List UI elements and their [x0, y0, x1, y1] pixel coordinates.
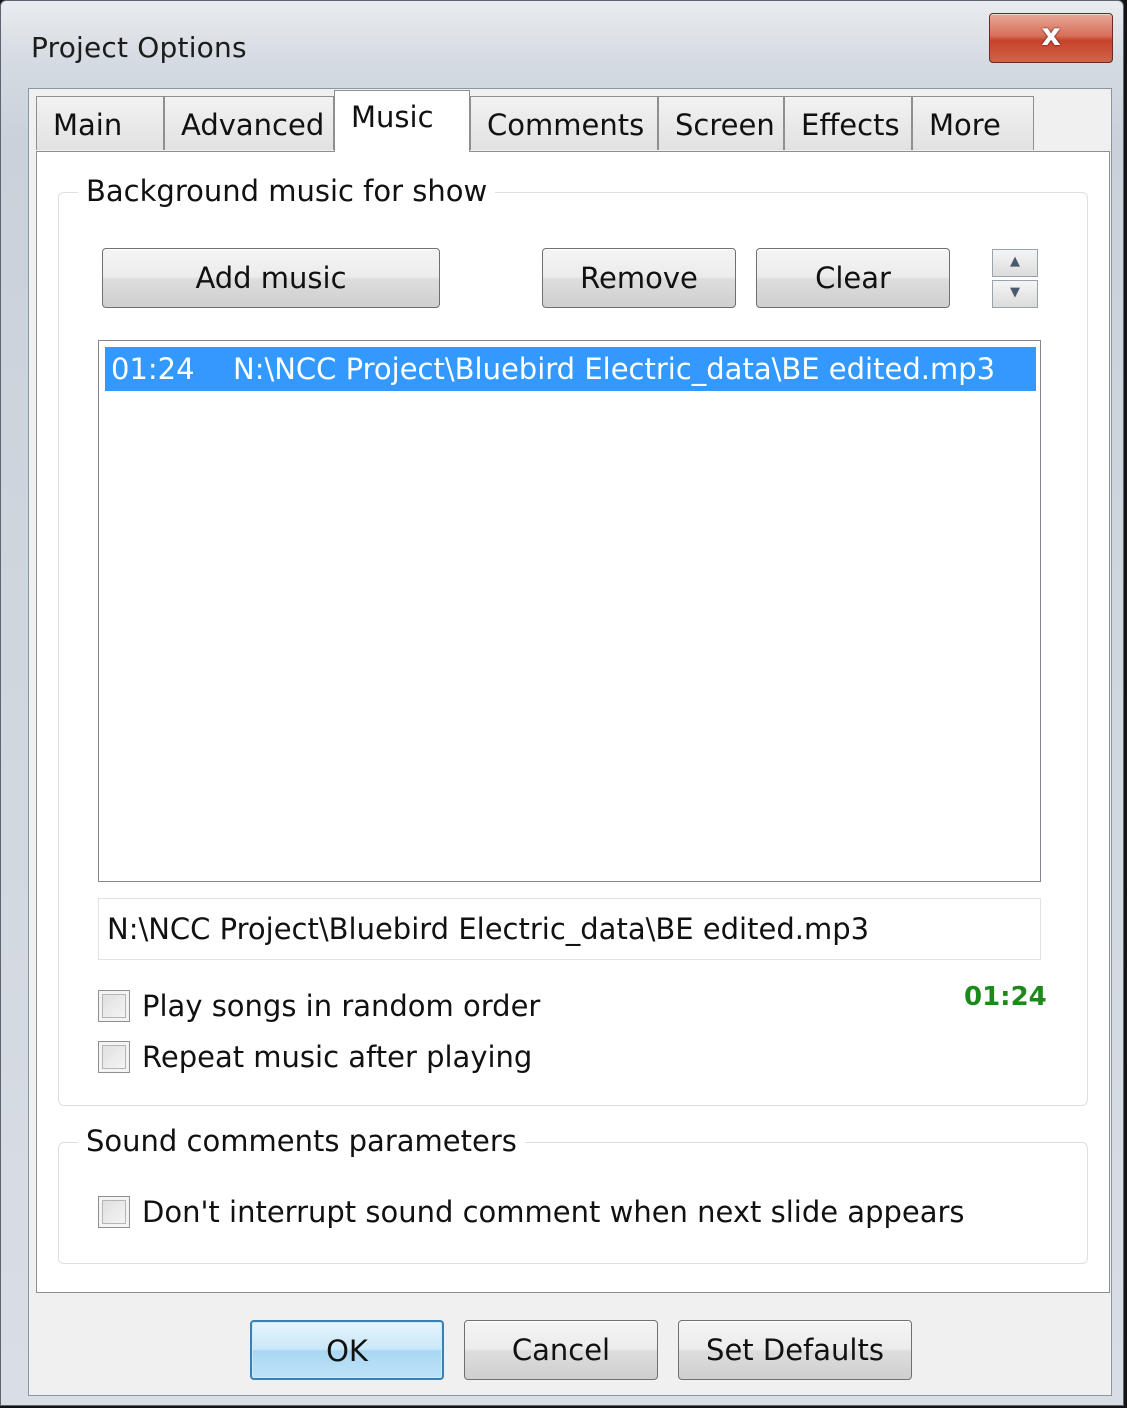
- tab-comments[interactable]: Comments: [470, 96, 658, 150]
- move-down-button[interactable]: ▼: [992, 280, 1038, 308]
- tab-music[interactable]: Music: [334, 90, 470, 152]
- move-up-button[interactable]: ▲: [992, 249, 1038, 277]
- tab-advanced[interactable]: Advanced: [164, 96, 334, 150]
- arrow-down-icon: ▼: [1010, 285, 1020, 300]
- add-music-button[interactable]: Add music: [102, 248, 440, 308]
- set-defaults-label: Set Defaults: [706, 1333, 884, 1367]
- track-path: N:\NCC Project\Bluebird Electric_data\BE…: [233, 352, 996, 386]
- cancel-button[interactable]: Cancel: [464, 1320, 658, 1380]
- close-button[interactable]: x: [989, 13, 1113, 63]
- track-duration: 01:24: [111, 352, 195, 386]
- clear-label: Clear: [815, 261, 891, 295]
- window-title: Project Options: [31, 31, 247, 64]
- add-music-label: Add music: [195, 261, 347, 295]
- tab-main[interactable]: Main: [36, 96, 164, 150]
- set-defaults-button[interactable]: Set Defaults: [678, 1320, 912, 1380]
- ok-label: OK: [326, 1334, 368, 1368]
- repeat-music-checkbox[interactable]: [98, 1041, 130, 1073]
- dont-interrupt-label: Don't interrupt sound comment when next …: [142, 1195, 965, 1229]
- clear-button[interactable]: Clear: [756, 248, 950, 308]
- sound-comments-group-label: Sound comments parameters: [78, 1124, 525, 1158]
- background-music-group-label: Background music for show: [78, 174, 496, 208]
- close-icon: x: [1041, 18, 1061, 53]
- random-order-checkbox[interactable]: [98, 990, 130, 1022]
- list-item[interactable]: 01:24 N:\NCC Project\Bluebird Electric_d…: [105, 347, 1036, 391]
- remove-label: Remove: [580, 261, 698, 295]
- total-duration: 01:24: [964, 982, 1047, 1012]
- cancel-label: Cancel: [511, 1333, 611, 1367]
- selected-track-path-field[interactable]: N:\NCC Project\Bluebird Electric_data\BE…: [98, 898, 1041, 960]
- arrow-up-icon: ▲: [1010, 254, 1020, 269]
- random-order-label: Play songs in random order: [142, 989, 541, 1023]
- repeat-music-label: Repeat music after playing: [142, 1040, 533, 1074]
- tab-more[interactable]: More: [912, 96, 1034, 150]
- tab-screen[interactable]: Screen: [658, 96, 784, 150]
- tab-effects[interactable]: Effects: [784, 96, 912, 150]
- music-list[interactable]: 01:24 N:\NCC Project\Bluebird Electric_d…: [98, 340, 1041, 882]
- ok-button[interactable]: OK: [250, 1320, 444, 1380]
- dont-interrupt-checkbox[interactable]: [98, 1196, 130, 1228]
- remove-button[interactable]: Remove: [542, 248, 736, 308]
